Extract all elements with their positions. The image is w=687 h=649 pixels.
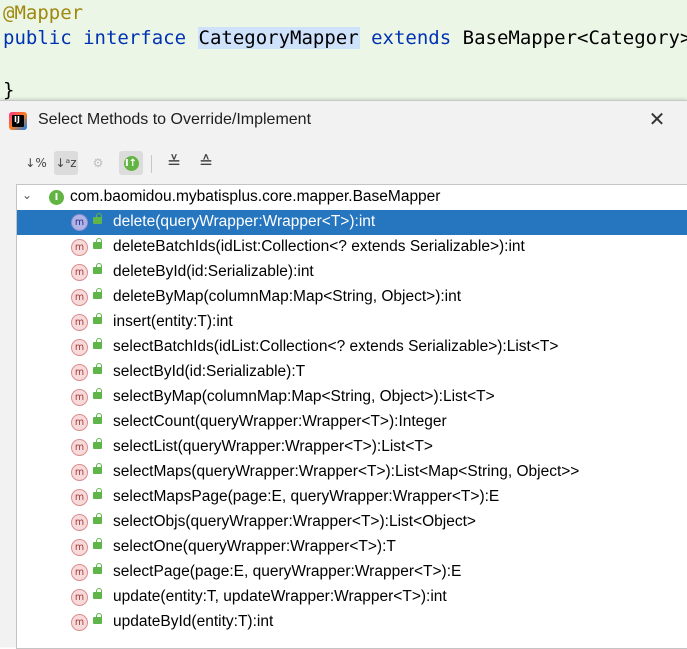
method-signature: selectPage(page:E, queryWrapper:Wrapper<… (113, 563, 462, 580)
method-signature: selectMapsPage(page:E, queryWrapper:Wrap… (113, 488, 500, 505)
method-row[interactable]: m selectMaps(queryWrapper:Wrapper<T>):Lis… (17, 460, 687, 485)
method-icon: m (71, 489, 88, 506)
method-row[interactable]: m selectList(queryWrapper:Wrapper<T>):Lis… (17, 435, 687, 460)
method-signature: selectObjs(queryWrapper:Wrapper<T>):List… (113, 513, 476, 530)
method-signature: updateById(entity:T):int (113, 613, 274, 630)
method-row[interactable]: m insert(entity:T):int (17, 310, 687, 335)
expand-all-icon[interactable]: ≚ (162, 151, 186, 175)
public-lock-icon (93, 488, 102, 499)
method-row[interactable]: m selectPage(page:E, queryWrapper:Wrapper… (17, 560, 687, 585)
method-signature: selectOne(queryWrapper:Wrapper<T>):T (113, 538, 396, 555)
method-signature: update(entity:T, updateWrapper:Wrapper<T… (113, 588, 447, 605)
method-row[interactable]: m updateById(entity:T):int (17, 610, 687, 635)
method-icon: m (71, 514, 88, 531)
method-icon: m (71, 564, 88, 581)
method-signature: selectById(id:Serializable):T (113, 363, 306, 380)
sort-alphabetically-icon[interactable]: ↓ᵃz (54, 151, 78, 175)
annotation-text: @Mapper (3, 2, 84, 24)
method-icon: m (71, 314, 88, 331)
class-name[interactable]: CategoryMapper (197, 27, 360, 49)
chevron-down-icon[interactable]: ⌄ (22, 188, 32, 202)
public-lock-icon (93, 263, 102, 274)
toolbar-separator (151, 155, 152, 173)
show-inherited-icon[interactable]: ⚙ (86, 151, 110, 175)
public-lock-icon (93, 563, 102, 574)
close-brace: } (3, 79, 15, 101)
method-signature: deleteByMap(columnMap:Map<String, Object… (113, 288, 462, 305)
keyword-public: public (3, 27, 72, 49)
tree-root-row[interactable]: ⌄ I com.baomidou.mybatisplus.core.mapper… (17, 185, 687, 210)
public-lock-icon (93, 363, 102, 374)
method-signature: selectCount(queryWrapper:Wrapper<T>):Int… (113, 413, 447, 430)
method-icon: m (71, 389, 88, 406)
collapse-all-icon[interactable]: ≙ (194, 151, 218, 175)
method-icon: m (71, 214, 88, 231)
keyword-interface: interface (83, 27, 187, 49)
public-lock-icon (93, 238, 102, 249)
method-icon: m (71, 614, 88, 631)
method-signature: delete(queryWrapper:Wrapper<T>):int (113, 213, 376, 230)
method-icon: m (71, 239, 88, 256)
keyword-extends: extends (371, 27, 452, 49)
method-signature: selectList(queryWrapper:Wrapper<T>):List… (113, 438, 433, 455)
method-signature: deleteById(id:Serializable):int (113, 263, 314, 280)
method-signature: insert(entity:T):int (113, 313, 233, 330)
dialog-title: Select Methods to Override/Implement (38, 111, 312, 128)
method-signature: selectMaps(queryWrapper:Wrapper<T>):List… (113, 463, 580, 480)
method-signature: selectByMap(columnMap:Map<String, Object… (113, 388, 495, 405)
dialog-titlebar[interactable]: IJ Select Methods to Override/Implement … (0, 101, 687, 141)
public-lock-icon (93, 288, 102, 299)
method-row[interactable]: m deleteBatchIds(idList:Collection<? exte… (17, 235, 687, 260)
method-icon: m (71, 464, 88, 481)
method-row[interactable]: m selectMapsPage(page:E, queryWrapper:Wra… (17, 485, 687, 510)
interface-declaration: public interface CategoryMapper extends … (3, 26, 687, 50)
code-editor[interactable]: @Mapper public interface CategoryMapper … (0, 0, 687, 102)
public-lock-icon (93, 338, 102, 349)
show-interfaces-icon[interactable]: I↑ (119, 151, 143, 175)
method-icon: m (71, 589, 88, 606)
method-icon: m (71, 264, 88, 281)
method-icon: m (71, 414, 88, 431)
public-lock-icon (93, 313, 102, 324)
method-row[interactable]: m deleteById(id:Serializable):int (17, 260, 687, 285)
close-icon[interactable]: ✕ (645, 107, 669, 131)
method-row[interactable]: m selectOne(queryWrapper:Wrapper<T>):T (17, 535, 687, 560)
method-row[interactable]: m selectByMap(columnMap:Map<String, Objec… (17, 385, 687, 410)
public-lock-icon (93, 613, 102, 624)
method-icon: m (71, 539, 88, 556)
public-lock-icon (93, 513, 102, 524)
dialog-toolbar: ↓% ↓ᵃz ⚙ I↑ ≚ ≙ (0, 145, 687, 181)
method-icon: m (71, 339, 88, 356)
method-icon: m (71, 439, 88, 456)
method-row[interactable]: m selectById(id:Serializable):T (17, 360, 687, 385)
intellij-app-icon: IJ (9, 112, 27, 130)
interface-name: com.baomidou.mybatisplus.core.mapper.Bas… (70, 188, 441, 205)
method-row[interactable]: m deleteByMap(columnMap:Map<String, Objec… (17, 285, 687, 310)
public-lock-icon (93, 463, 102, 474)
method-icon: m (71, 289, 88, 306)
method-row[interactable]: m selectBatchIds(idList:Collection<? exte… (17, 335, 687, 360)
interface-icon: I (49, 190, 64, 205)
public-lock-icon (93, 588, 102, 599)
method-row[interactable]: m selectCount(queryWrapper:Wrapper<T>):In… (17, 410, 687, 435)
override-methods-dialog: IJ Select Methods to Override/Implement … (0, 100, 687, 649)
public-lock-icon (93, 388, 102, 399)
public-lock-icon (93, 538, 102, 549)
public-lock-icon (93, 213, 102, 224)
method-row[interactable]: m update(entity:T, updateWrapper:Wrapper<… (17, 585, 687, 610)
method-signature: deleteBatchIds(idList:Collection<? exten… (113, 238, 525, 255)
sort-by-visibility-icon[interactable]: ↓% (24, 151, 48, 175)
public-lock-icon (93, 438, 102, 449)
method-signature: selectBatchIds(idList:Collection<? exten… (113, 338, 559, 355)
method-icon: m (71, 364, 88, 381)
super-type: BaseMapper<Category> (462, 27, 687, 49)
methods-tree[interactable]: ⌄ I com.baomidou.mybatisplus.core.mapper… (16, 184, 687, 649)
public-lock-icon (93, 413, 102, 424)
method-row[interactable]: m delete(queryWrapper:Wrapper<T>):int (17, 210, 687, 235)
method-row[interactable]: m selectObjs(queryWrapper:Wrapper<T>):Lis… (17, 510, 687, 535)
